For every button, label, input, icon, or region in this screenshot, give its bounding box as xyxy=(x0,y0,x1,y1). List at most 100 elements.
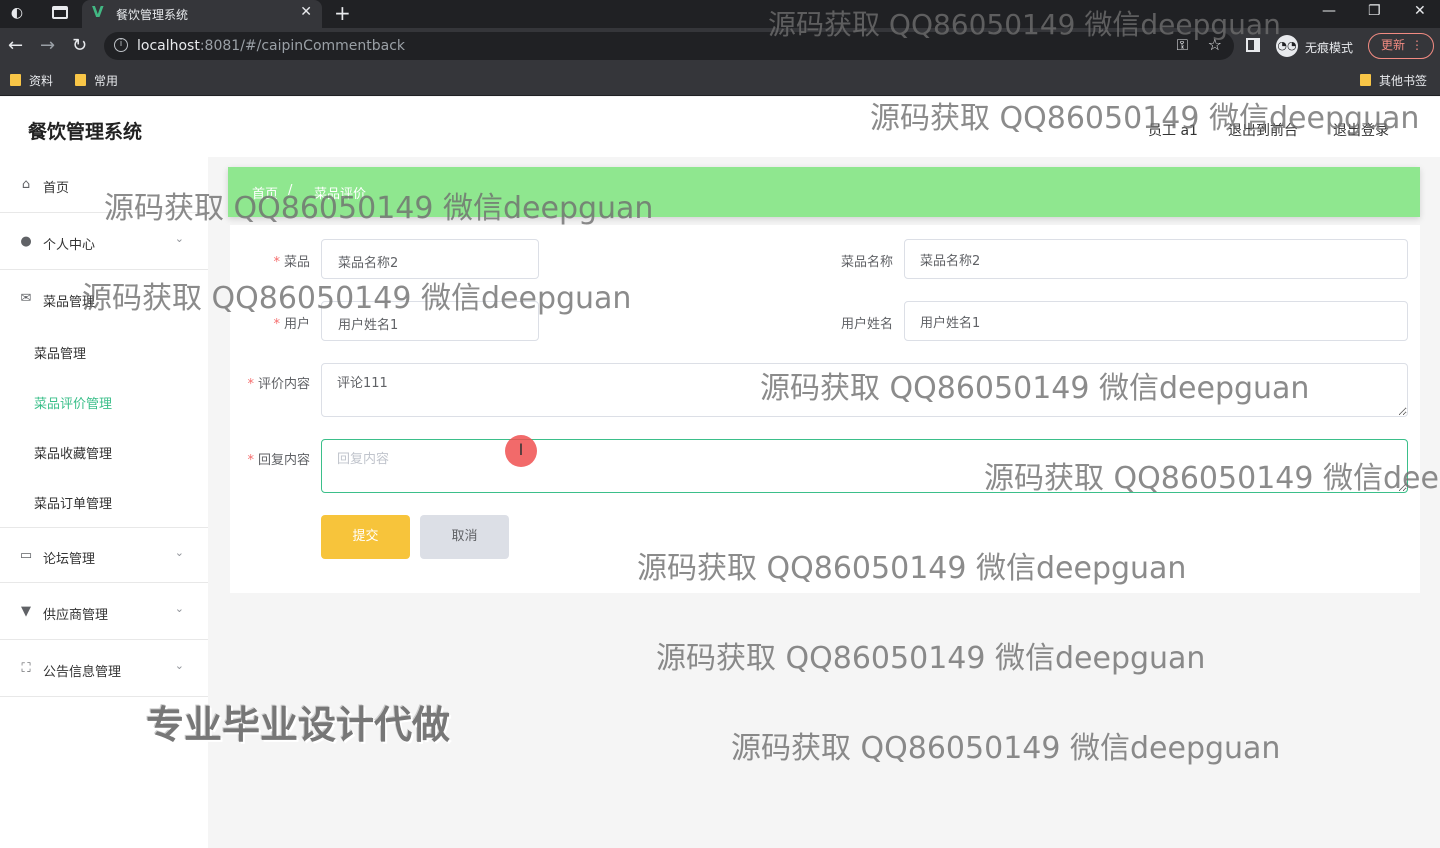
url-text: localhost:8081/#/caipinCommentback xyxy=(137,38,405,54)
promo-watermark: 专业毕业设计代做 xyxy=(146,703,451,747)
incognito-label: 无痕模式 xyxy=(1305,41,1354,55)
chevron-down-icon: ⌄ xyxy=(174,546,184,559)
dish-label-text: 菜品 xyxy=(283,255,310,270)
side-panel-icon[interactable] xyxy=(1246,38,1260,52)
reload-icon[interactable]: ↻ xyxy=(72,35,87,56)
current-user: 员工 a1 xyxy=(1148,123,1198,139)
window-close-icon[interactable]: ✕ xyxy=(1414,3,1426,19)
sidebar-item-label: 公告信息管理 xyxy=(43,665,122,680)
required-mark: * xyxy=(273,317,280,332)
comment-label-text: 评价内容 xyxy=(257,377,310,392)
update-button[interactable]: 更新 ⋮ xyxy=(1368,33,1434,59)
comment-label: * 评价内容 xyxy=(230,373,310,392)
sidebar-item-supplier[interactable]: ▼ 供应商管理 ⌄ xyxy=(0,584,208,640)
folder-icon xyxy=(75,74,86,86)
key-icon[interactable]: ⚿ xyxy=(1177,36,1188,54)
required-mark: * xyxy=(247,453,254,468)
new-tab-icon[interactable]: + xyxy=(334,1,351,25)
sidebar-item-label: 供应商管理 xyxy=(43,608,109,623)
address-bar[interactable]: i localhost:8081/#/caipinCommentback ⚿ ☆ xyxy=(104,32,1234,60)
logout-link[interactable]: 退出登录 xyxy=(1333,120,1389,140)
required-mark: * xyxy=(247,377,254,392)
sidebar-item-home[interactable]: ⌂ 首页 xyxy=(0,157,208,213)
dish-name-input[interactable] xyxy=(904,239,1408,279)
reply-label-text: 回复内容 xyxy=(257,453,310,468)
breadcrumb-current: 菜品评价 xyxy=(314,187,367,202)
text-cursor-icon: I xyxy=(505,435,537,467)
chevron-down-icon: ⌄ xyxy=(174,602,184,615)
cancel-button[interactable]: 取消 xyxy=(420,515,509,559)
submit-button[interactable]: 提交 xyxy=(321,515,410,559)
dish-name-label: 菜品名称 xyxy=(840,255,893,270)
chevron-down-icon: ⌄ xyxy=(338,312,348,325)
chevron-down-icon: ⌄ xyxy=(174,232,184,245)
update-label: 更新 xyxy=(1381,38,1406,52)
chevron-down-icon: ⌄ xyxy=(338,250,348,263)
chat-icon: ▭ xyxy=(19,548,33,563)
notice-icon: ⛶ xyxy=(21,661,31,676)
reply-textarea[interactable] xyxy=(321,439,1408,493)
bookmark-label: 常用 xyxy=(94,74,119,88)
sidebar-subitem-dish-order[interactable]: 菜品订单管理 xyxy=(34,493,112,512)
minimize-icon[interactable]: — xyxy=(1322,3,1336,19)
user-name-input[interactable] xyxy=(904,301,1408,341)
globe-icon: ◐ xyxy=(10,5,24,21)
app-title: 餐饮管理系统 xyxy=(28,121,143,143)
mail-icon: ✉ xyxy=(20,291,32,306)
user-label-text: 用户 xyxy=(283,317,310,332)
tab-close-icon[interactable]: ✕ xyxy=(300,4,312,20)
user-select[interactable]: 用户姓名1 ⌄ xyxy=(321,301,539,341)
sidebar-item-dish-mgmt[interactable]: ✉ 菜品管理 xyxy=(0,271,208,327)
url-path: :8081/#/caipinCommentback xyxy=(199,38,406,54)
forward-icon[interactable]: → xyxy=(40,35,55,56)
browser-tab-bar: ◐ V 餐饮管理系统 ✕ + — ❐ ✕ xyxy=(0,0,1440,28)
restore-icon[interactable]: ❐ xyxy=(1368,3,1381,19)
sidebar-item-label: 个人中心 xyxy=(43,238,96,253)
user-label: * 用户 xyxy=(230,313,310,332)
sidebar-subitem-dish-comment[interactable]: 菜品评价管理 xyxy=(34,393,112,412)
vue-favicon-icon: V xyxy=(92,3,104,21)
info-icon[interactable]: i xyxy=(114,38,128,52)
dish-label: * 菜品 xyxy=(230,251,310,270)
user-name-label: 用户姓名 xyxy=(840,317,893,332)
sidebar-item-forum[interactable]: ▭ 论坛管理 ⌄ xyxy=(0,527,208,583)
sidebar-item-label: 菜品管理 xyxy=(43,295,96,310)
window-icon[interactable] xyxy=(52,6,68,19)
url-host: localhost xyxy=(137,38,200,54)
exit-to-front-link[interactable]: 退出到前台 xyxy=(1228,120,1298,140)
bookmarks-bar: 资料 常用 其他书签 xyxy=(0,64,1440,96)
dish-select[interactable]: 菜品名称2 ⌄ xyxy=(321,239,539,279)
tab-title: 餐饮管理系统 xyxy=(116,8,189,22)
sidebar-item-notice[interactable]: ⛶ 公告信息管理 ⌄ xyxy=(0,641,208,697)
supplier-icon: ▼ xyxy=(21,604,31,619)
sidebar-item-label: 论坛管理 xyxy=(43,552,96,567)
sidebar-subitem-dish-favorite[interactable]: 菜品收藏管理 xyxy=(34,443,112,462)
folder-icon xyxy=(1360,74,1371,86)
breadcrumb-home[interactable]: 首页 xyxy=(252,183,278,202)
browser-tab[interactable]: V 餐饮管理系统 ✕ xyxy=(82,0,322,28)
app-header: 餐饮管理系统 员工 a1 退出到前台 退出登录 xyxy=(0,97,1440,157)
other-bookmarks[interactable]: 其他书签 xyxy=(1360,72,1427,89)
menu-dots-icon: ⋮ xyxy=(1411,38,1423,52)
breadcrumb-separator: / xyxy=(288,183,293,198)
breadcrumb: 首页 / 菜品评价 xyxy=(228,167,1420,217)
browser-toolbar: ← → ↻ i localhost:8081/#/caipinCommentba… xyxy=(0,28,1440,64)
sidebar-item-personal[interactable]: ● 个人中心 ⌄ xyxy=(0,214,208,270)
home-icon: ⌂ xyxy=(21,177,31,192)
star-icon[interactable]: ☆ xyxy=(1208,35,1222,54)
reply-label: * 回复内容 xyxy=(230,449,310,468)
comment-textarea[interactable]: 评论111 xyxy=(321,363,1408,417)
required-mark: * xyxy=(273,255,280,270)
bookmark-label: 资料 xyxy=(29,74,54,88)
comment-form: *菜品 菜品名称2 ⌄ 菜品名称 *用户 用户姓名1 ⌄ 用户姓名 *评价内容 … xyxy=(230,225,1420,593)
folder-icon xyxy=(10,74,21,86)
incognito-icon[interactable]: ◔◔ xyxy=(1276,35,1298,57)
back-icon[interactable]: ← xyxy=(8,35,23,56)
other-bookmarks-label: 其他书签 xyxy=(1379,74,1428,88)
sidebar-subitem-dish[interactable]: 菜品管理 xyxy=(34,343,86,362)
user-icon: ● xyxy=(20,234,32,249)
bookmark-folder[interactable]: 常用 xyxy=(75,72,118,89)
sidebar-item-label: 首页 xyxy=(43,181,70,196)
chevron-down-icon: ⌄ xyxy=(174,659,184,672)
bookmark-folder[interactable]: 资料 xyxy=(10,72,53,89)
